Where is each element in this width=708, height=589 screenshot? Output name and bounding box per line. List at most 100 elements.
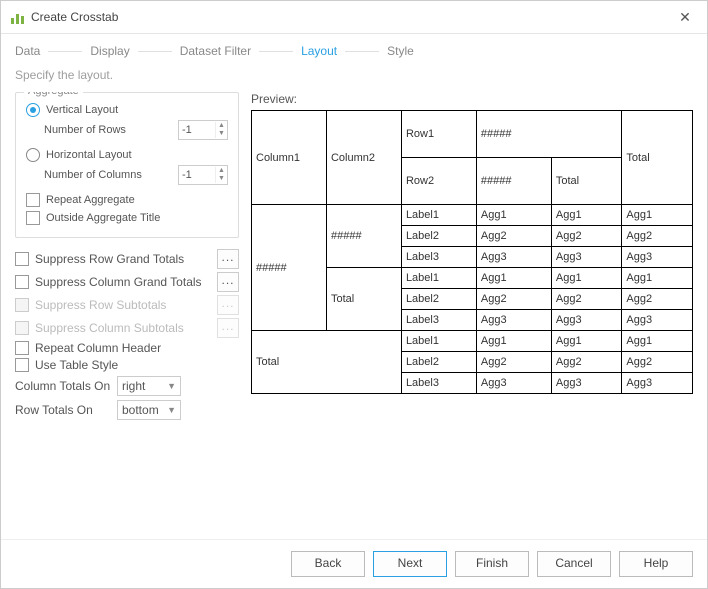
table-cell: ##### [476, 158, 551, 205]
table-cell: Agg2 [551, 289, 622, 310]
table-cell: Label1 [401, 205, 476, 226]
column-totals-on-select[interactable]: right ▼ [117, 376, 181, 396]
table-cell: Agg3 [476, 373, 551, 394]
suppress-column-subtotals-more-button: ... [217, 318, 239, 338]
table-cell: Label1 [401, 331, 476, 352]
table-cell: Agg2 [622, 226, 693, 247]
number-of-columns-input[interactable] [179, 169, 215, 181]
table-cell: Total [551, 158, 622, 205]
vertical-layout-label: Vertical Layout [46, 104, 118, 116]
table-cell: Agg1 [622, 268, 693, 289]
table-cell: Agg3 [622, 373, 693, 394]
table-cell: Label3 [401, 373, 476, 394]
use-table-style-checkbox[interactable] [15, 358, 29, 372]
table-cell: Row2 [401, 158, 476, 205]
table-cell: Label3 [401, 247, 476, 268]
table-cell: Column1 [252, 111, 327, 205]
suppress-row-subtotals-checkbox [15, 298, 29, 312]
cancel-button[interactable]: Cancel [537, 551, 611, 577]
spin-down-icon[interactable]: ▼ [216, 175, 227, 183]
aggregate-legend: Aggregate [24, 92, 83, 97]
table-cell: Agg1 [622, 331, 693, 352]
suppress-column-grand-totals-more-button[interactable]: ... [217, 272, 239, 292]
number-of-rows-stepper[interactable]: ▲▼ [178, 120, 228, 140]
table-cell: Agg3 [551, 310, 622, 331]
outside-aggregate-title-checkbox[interactable] [26, 211, 40, 225]
table-cell: Agg3 [622, 310, 693, 331]
table-cell: Agg2 [551, 352, 622, 373]
repeat-aggregate-label: Repeat Aggregate [46, 194, 135, 206]
horizontal-layout-radio[interactable] [26, 148, 40, 162]
suppress-row-grand-totals-label: Suppress Row Grand Totals [35, 252, 211, 266]
number-of-columns-stepper[interactable]: ▲▼ [178, 165, 228, 185]
suppress-column-subtotals-label: Suppress Column Subtotals [35, 321, 211, 335]
table-cell: Label3 [401, 310, 476, 331]
help-button[interactable]: Help [619, 551, 693, 577]
back-button[interactable]: Back [291, 551, 365, 577]
table-cell: Label1 [401, 268, 476, 289]
table-cell: Agg1 [622, 205, 693, 226]
repeat-column-header-checkbox[interactable] [15, 341, 29, 355]
table-cell: Agg1 [551, 331, 622, 352]
suppress-column-grand-totals-label: Suppress Column Grand Totals [35, 275, 211, 289]
number-of-rows-input[interactable] [179, 124, 215, 136]
finish-button[interactable]: Finish [455, 551, 529, 577]
row-totals-on-select[interactable]: bottom ▼ [117, 400, 181, 420]
spin-down-icon[interactable]: ▼ [216, 130, 227, 138]
table-cell: Agg3 [622, 247, 693, 268]
step-data[interactable]: Data [15, 44, 40, 58]
suppress-row-grand-totals-checkbox[interactable] [15, 252, 29, 266]
next-button[interactable]: Next [373, 551, 447, 577]
table-cell: Agg1 [476, 205, 551, 226]
table-cell: Agg3 [551, 373, 622, 394]
table-cell: Agg2 [476, 226, 551, 247]
step-layout[interactable]: Layout [301, 44, 337, 58]
number-of-columns-label: Number of Columns [44, 169, 172, 181]
repeat-aggregate-checkbox[interactable] [26, 193, 40, 207]
repeat-column-header-label: Repeat Column Header [35, 341, 239, 355]
suppress-row-grand-totals-more-button[interactable]: ... [217, 249, 239, 269]
window-title: Create Crosstab [31, 10, 118, 24]
table-cell: Total [622, 111, 693, 205]
table-cell: Total [252, 331, 402, 394]
column-totals-on-label: Column Totals On [15, 379, 111, 393]
horizontal-layout-label: Horizontal Layout [46, 149, 132, 161]
row-totals-on-label: Row Totals On [15, 403, 111, 417]
vertical-layout-radio[interactable] [26, 103, 40, 117]
step-dataset-filter[interactable]: Dataset Filter [180, 44, 251, 58]
table-cell: Label2 [401, 226, 476, 247]
step-display[interactable]: Display [90, 44, 129, 58]
chevron-down-icon: ▼ [167, 381, 176, 391]
column-totals-on-value: right [122, 379, 145, 393]
footer: Back Next Finish Cancel Help [1, 539, 707, 588]
table-cell: Agg2 [551, 226, 622, 247]
table-cell: Total [326, 268, 401, 331]
table-cell: Agg1 [551, 268, 622, 289]
table-cell: Agg3 [551, 247, 622, 268]
row-totals-on-value: bottom [122, 403, 159, 417]
chevron-down-icon: ▼ [167, 405, 176, 415]
table-cell: Agg2 [622, 352, 693, 373]
table-cell: Agg2 [622, 289, 693, 310]
table-cell: Label2 [401, 352, 476, 373]
table-cell: Agg3 [476, 310, 551, 331]
preview-table: Column1 Column2 Row1 ##### Total Row2 ##… [251, 110, 693, 394]
table-cell: Agg1 [476, 331, 551, 352]
spin-up-icon[interactable]: ▲ [216, 167, 227, 175]
table-cell: Agg3 [476, 247, 551, 268]
spin-up-icon[interactable]: ▲ [216, 122, 227, 130]
table-cell: Label2 [401, 289, 476, 310]
preview-label: Preview: [251, 92, 693, 106]
table-cell: Column2 [326, 111, 401, 205]
wizard-steps: Data Display Dataset Filter Layout Style [1, 34, 707, 62]
step-style[interactable]: Style [387, 44, 414, 58]
close-icon[interactable]: ✕ [673, 9, 697, 26]
app-icon [11, 10, 25, 24]
table-cell: ##### [476, 111, 622, 158]
suppress-column-grand-totals-checkbox[interactable] [15, 275, 29, 289]
titlebar: Create Crosstab ✕ [1, 1, 707, 34]
table-cell: ##### [252, 205, 327, 331]
use-table-style-label: Use Table Style [35, 358, 239, 372]
table-cell: Row1 [401, 111, 476, 158]
page-subtitle: Specify the layout. [1, 62, 707, 92]
